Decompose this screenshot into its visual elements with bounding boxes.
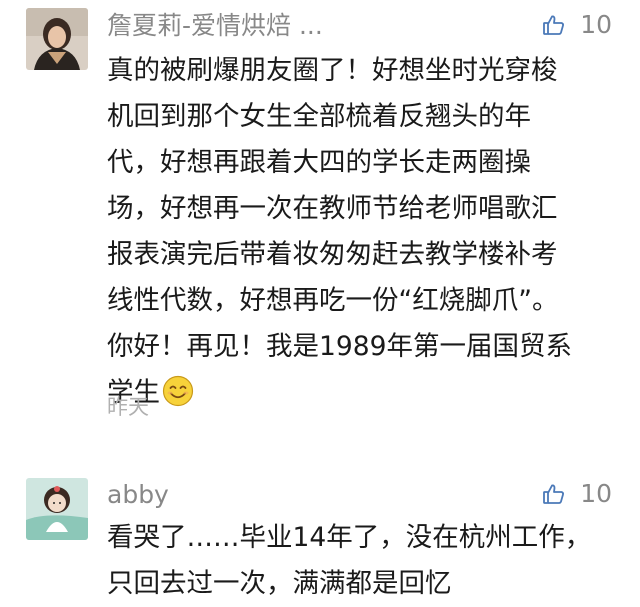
smiling-face-icon xyxy=(162,375,194,422)
avatar[interactable] xyxy=(26,8,88,70)
like-button[interactable]: 10 xyxy=(542,10,612,40)
comment-line: 你好！再见！我是1989年第一届国贸系 xyxy=(107,331,572,362)
like-count: 10 xyxy=(580,10,612,39)
comment-author[interactable]: 詹夏莉-爱情烘焙 ... xyxy=(107,11,323,41)
comment-line: 场，好想再一次在教师节给老师唱歌汇 xyxy=(107,193,558,224)
comment-timestamp: 昨天 xyxy=(107,395,149,419)
comment-line: 线性代数，好想再吃一份“红烧脚爪”。 xyxy=(107,285,559,316)
comment-line: 报表演完后带着妆匆匆赶去教学楼补考 xyxy=(107,239,558,270)
thumbs-up-icon xyxy=(542,482,566,506)
comment-line: 只回去过一次，满满都是回忆 xyxy=(107,568,452,599)
comment-line: 真的被刷爆朋友圈了！好想坐时光穿梭 xyxy=(107,55,558,86)
comment-author[interactable]: abby xyxy=(107,480,169,510)
comment-line: 机回到那个女生全部梳着反翘头的年 xyxy=(107,101,531,132)
comment-last-line: 学生 xyxy=(107,370,607,422)
comment-line: 代，好想再跟着大四的学长走两圈操 xyxy=(107,147,531,178)
like-count: 10 xyxy=(580,479,612,508)
avatar[interactable] xyxy=(26,478,88,540)
thumbs-up-icon xyxy=(542,13,566,37)
comment-line: 看哭了……毕业14年了，没在杭州工作， xyxy=(107,522,592,553)
like-button[interactable]: 10 xyxy=(542,479,612,509)
comment-text: 真的被刷爆朋友圈了！好想坐时光穿梭 机回到那个女生全部梳着反翘头的年 代，好想再… xyxy=(107,48,607,422)
comment-text: 看哭了……毕业14年了，没在杭州工作， 只回去过一次，满满都是回忆 xyxy=(107,515,607,607)
